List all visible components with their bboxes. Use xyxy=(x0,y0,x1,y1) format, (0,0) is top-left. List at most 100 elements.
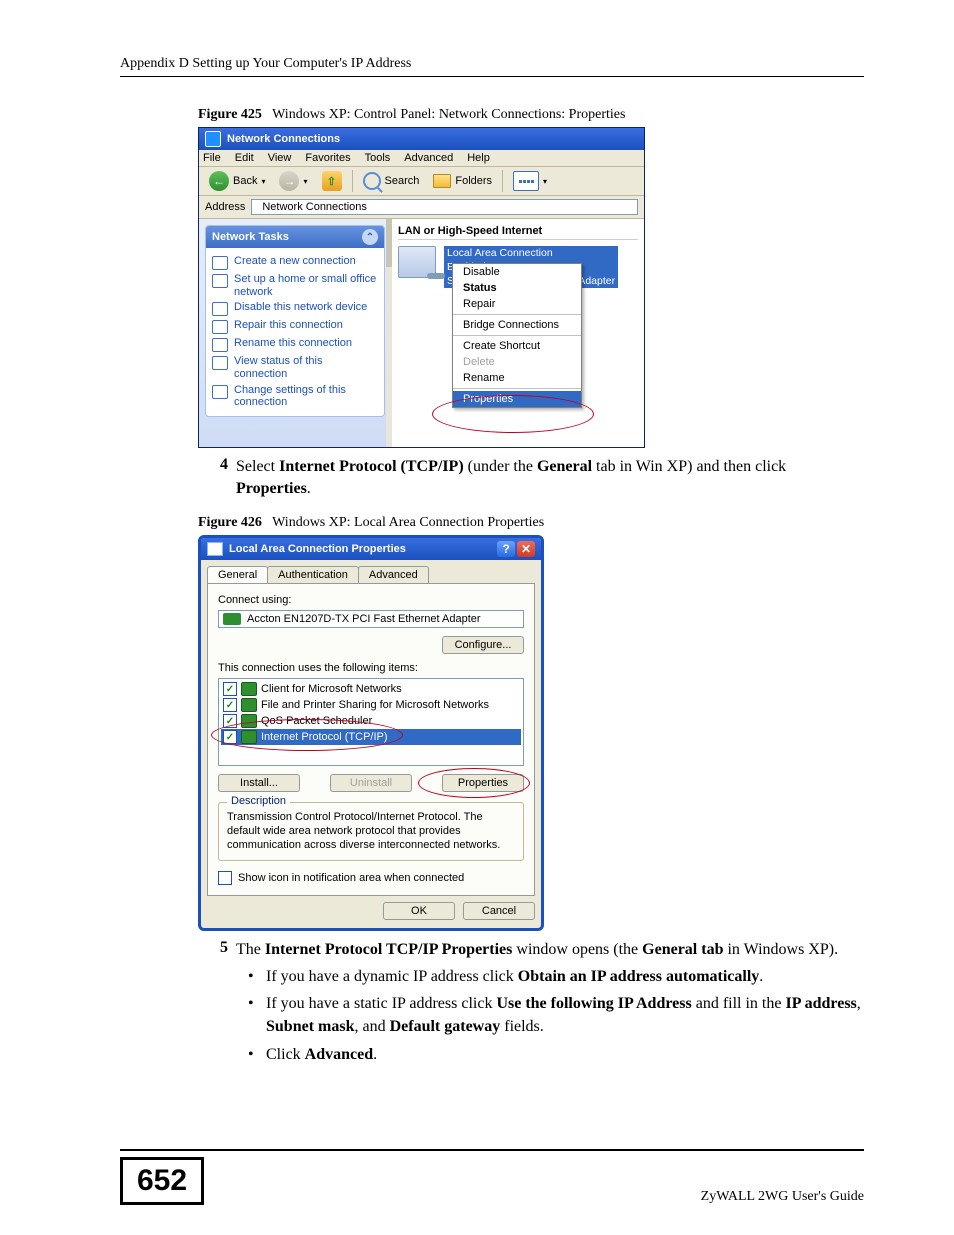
nc-content-pane: LAN or High-Speed Internet Local Area Co… xyxy=(392,219,644,447)
task-icon xyxy=(212,356,228,370)
task-icon xyxy=(212,274,228,288)
menu-file[interactable]: File xyxy=(203,152,221,164)
step-body: The Internet Protocol TCP/IP Properties … xyxy=(236,939,864,961)
back-label: Back xyxy=(233,175,257,187)
menu-tools[interactable]: Tools xyxy=(365,152,391,164)
description-group: Description Transmission Control Protoco… xyxy=(218,802,524,861)
t: Internet Protocol (TCP/IP) xyxy=(279,458,464,475)
up-icon: ⇧ xyxy=(322,171,342,191)
adapter-name: Accton EN1207D-TX PCI Fast Ethernet Adap… xyxy=(247,613,481,625)
nc-addressbar: Address Network Connections xyxy=(199,196,644,219)
header-rule xyxy=(120,76,864,77)
ctx-repair[interactable]: Repair xyxy=(453,296,581,312)
t: . xyxy=(759,968,763,985)
t: Internet Protocol TCP/IP Properties xyxy=(265,941,513,958)
ctx-rename[interactable]: Rename xyxy=(453,370,581,386)
ctx-shortcut[interactable]: Create Shortcut xyxy=(453,338,581,354)
bullet-dynamic-ip: •If you have a dynamic IP address click … xyxy=(248,965,864,988)
task-change-settings[interactable]: Change settings of this connection xyxy=(212,384,378,409)
item-client-ms-networks[interactable]: ✓ Client for Microsoft Networks xyxy=(221,681,521,697)
guide-name: ZyWALL 2WG User's Guide xyxy=(701,1189,864,1205)
tab-advanced[interactable]: Advanced xyxy=(358,566,429,583)
annotation-ellipse xyxy=(211,719,403,751)
adapter-icon xyxy=(223,613,241,625)
component-icon xyxy=(241,682,257,696)
back-button[interactable]: ← Back ▾ xyxy=(205,170,269,192)
item-file-printer-sharing[interactable]: ✓ File and Printer Sharing for Microsoft … xyxy=(221,697,521,713)
lac-title-icon xyxy=(207,542,223,556)
t: and fill in the xyxy=(692,995,786,1012)
address-field[interactable]: Network Connections xyxy=(251,199,638,215)
back-dropdown-icon: ▾ xyxy=(261,177,265,186)
nc-titlebar[interactable]: Network Connections xyxy=(199,128,644,150)
tab-general[interactable]: General xyxy=(207,566,268,583)
t: Use the following IP Address xyxy=(496,995,691,1012)
cancel-button[interactable]: Cancel xyxy=(463,902,535,920)
step-number: 5 xyxy=(198,939,228,961)
lac-titlebar[interactable]: Local Area Connection Properties ? ✕ xyxy=(201,538,541,560)
menu-edit[interactable]: Edit xyxy=(235,152,254,164)
show-icon-row[interactable]: Show icon in notification area when conn… xyxy=(218,871,524,885)
ctx-status[interactable]: Status xyxy=(453,280,581,296)
show-icon-label: Show icon in notification area when conn… xyxy=(238,872,464,884)
configure-button[interactable]: Configure... xyxy=(442,636,524,654)
annotation-ellipse xyxy=(418,768,530,798)
task-view-status[interactable]: View status of this connection xyxy=(212,355,378,380)
item-label: Client for Microsoft Networks xyxy=(261,683,402,695)
menu-favorites[interactable]: Favorites xyxy=(305,152,350,164)
folders-icon xyxy=(433,174,451,188)
scroll-thumb[interactable] xyxy=(386,219,392,267)
network-connections-window: Network Connections File Edit View Favor… xyxy=(198,127,645,448)
t: , and xyxy=(354,1018,389,1035)
task-label: View status of this connection xyxy=(234,355,378,380)
description-legend: Description xyxy=(227,795,290,807)
forward-dropdown-icon: ▾ xyxy=(303,177,307,186)
figure-425-label: Figure 425 xyxy=(198,107,262,122)
task-label: Repair this connection xyxy=(234,319,343,332)
items-listbox[interactable]: ✓ Client for Microsoft Networks ✓ File and… xyxy=(218,678,524,766)
adapter-field[interactable]: Accton EN1207D-TX PCI Fast Ethernet Adap… xyxy=(218,610,524,628)
t: (under the xyxy=(464,458,537,475)
task-setup-network[interactable]: Set up a home or small office network xyxy=(212,273,378,298)
task-create-connection[interactable]: Create a new connection xyxy=(212,255,378,270)
show-icon-checkbox[interactable] xyxy=(218,871,232,885)
task-label: Change settings of this connection xyxy=(234,384,378,409)
tasks-header[interactable]: Network Tasks ⌃ xyxy=(206,226,384,248)
connection-icon xyxy=(398,246,436,278)
install-button[interactable]: Install... xyxy=(218,774,300,792)
tab-authentication[interactable]: Authentication xyxy=(267,566,359,583)
scrollbar[interactable] xyxy=(386,219,392,447)
search-button[interactable]: Search xyxy=(359,171,424,191)
t: tab in Win XP) and then click xyxy=(592,458,786,475)
views-dropdown-icon: ▾ xyxy=(543,177,547,186)
task-repair-connection[interactable]: Repair this connection xyxy=(212,319,378,334)
search-icon xyxy=(363,172,381,190)
folders-label: Folders xyxy=(455,175,492,187)
task-rename-connection[interactable]: Rename this connection xyxy=(212,337,378,352)
task-disable-device[interactable]: Disable this network device xyxy=(212,301,378,316)
folders-button[interactable]: Folders xyxy=(429,173,496,189)
figure-425-caption: Figure 425 Windows XP: Control Panel: Ne… xyxy=(198,107,864,123)
up-button[interactable]: ⇧ xyxy=(318,170,346,192)
help-button[interactable]: ? xyxy=(497,541,515,557)
connection-group-header: LAN or High-Speed Internet xyxy=(398,223,638,240)
close-button[interactable]: ✕ xyxy=(517,541,535,557)
menu-view[interactable]: View xyxy=(268,152,292,164)
checkbox-icon[interactable]: ✓ xyxy=(223,682,237,696)
ctx-bridge[interactable]: Bridge Connections xyxy=(453,317,581,333)
figure-425-text: Windows XP: Control Panel: Network Conne… xyxy=(272,107,625,122)
task-icon xyxy=(212,385,228,399)
connection-name: Local Area Connection xyxy=(444,246,618,260)
ok-button[interactable]: OK xyxy=(383,902,455,920)
forward-button[interactable]: → ▾ xyxy=(275,170,311,192)
back-icon: ← xyxy=(209,171,229,191)
item-label: File and Printer Sharing for Microsoft N… xyxy=(261,699,489,711)
t: General xyxy=(537,458,592,475)
checkbox-icon[interactable]: ✓ xyxy=(223,698,237,712)
menu-advanced[interactable]: Advanced xyxy=(404,152,453,164)
task-label: Rename this connection xyxy=(234,337,352,350)
page-number: 652 xyxy=(120,1157,204,1205)
views-button[interactable]: ▾ xyxy=(509,170,551,192)
ctx-disable[interactable]: Disable xyxy=(453,264,581,280)
menu-help[interactable]: Help xyxy=(467,152,490,164)
